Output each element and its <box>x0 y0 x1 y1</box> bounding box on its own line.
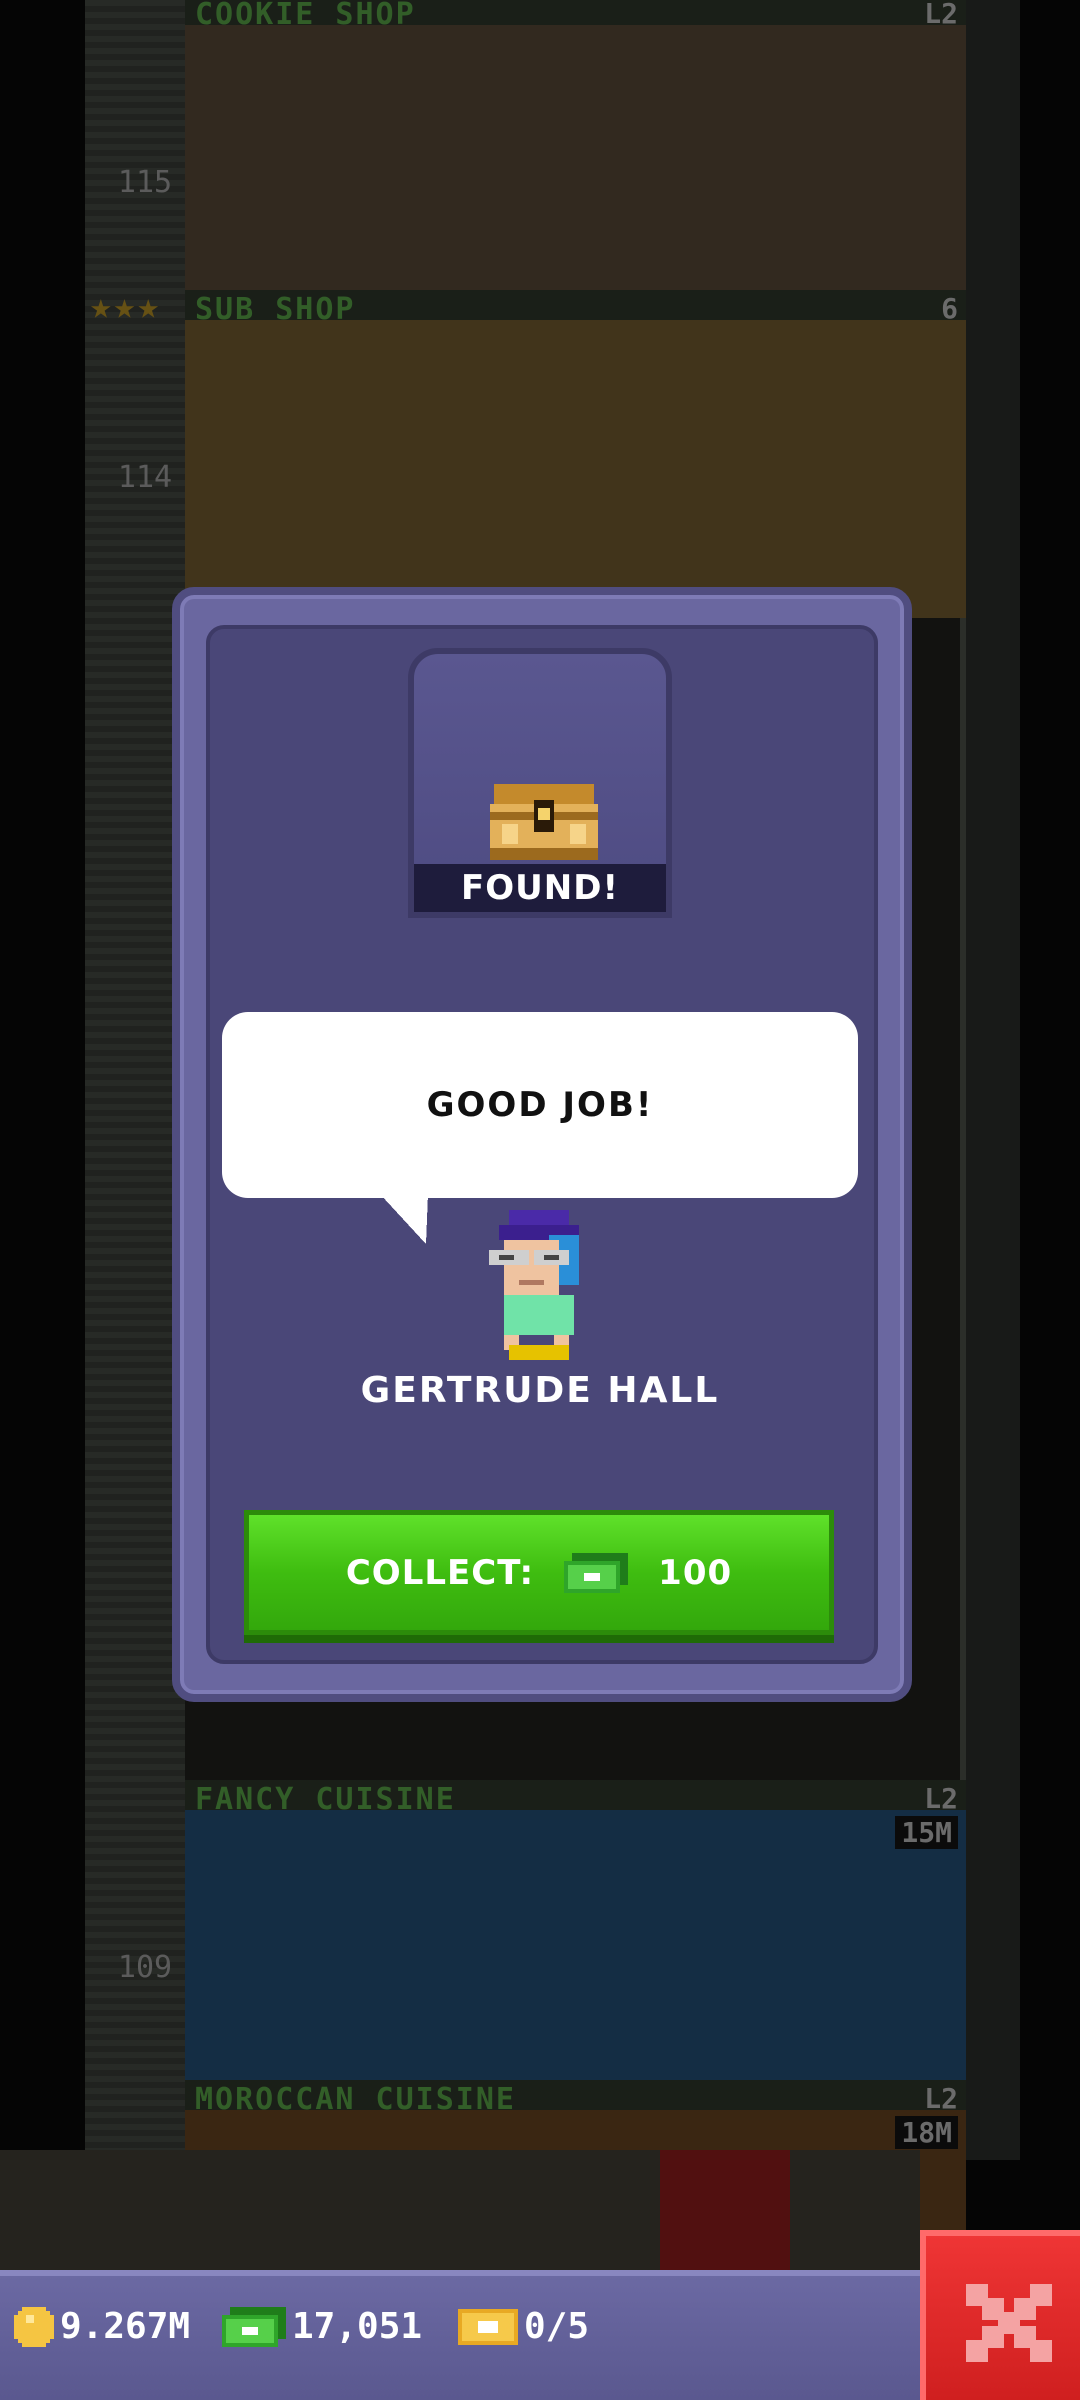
collect-amount: 100 <box>658 1552 733 1593</box>
floor-level: 6 <box>941 292 958 325</box>
floor-name: FANCY CUISINE <box>195 1782 456 1817</box>
floor-number: 114 <box>117 460 173 495</box>
floor-number: 109 <box>117 1950 173 1985</box>
bux-stat: 17,051 <box>222 2306 422 2347</box>
close-button[interactable] <box>920 2230 1080 2400</box>
floor-name: SUB SHOP <box>195 292 356 327</box>
floor-level: L2 <box>924 2082 958 2115</box>
ticket-icon <box>458 2308 518 2345</box>
found-item-card: FOUND! <box>408 648 672 918</box>
close-icon <box>966 2284 1052 2362</box>
floor-level: L2 <box>924 0 958 30</box>
status-bar: 9.267M 17,051 0/5 <box>0 2270 925 2400</box>
bux-icon <box>222 2306 286 2347</box>
collect-label: COLLECT: <box>345 1552 535 1593</box>
coins-value: 9.267M <box>60 2306 191 2347</box>
bux-value: 17,051 <box>292 2306 423 2347</box>
floor-stars: ★★★ <box>90 286 162 327</box>
floor-name: COOKIE SHOP <box>195 0 416 32</box>
character-avatar <box>489 1210 579 1360</box>
coin-icon <box>14 2306 54 2347</box>
floor-name: MOROCCAN CUISINE <box>195 2082 516 2117</box>
speech-bubble-tail <box>380 1194 428 1244</box>
tickets-stat: 0/5 <box>458 2306 589 2347</box>
found-label: FOUND! <box>414 864 666 912</box>
collect-button[interactable]: COLLECT: 100 <box>244 1510 834 1635</box>
bux-icon <box>564 1552 629 1593</box>
speech-bubble: GOOD JOB! <box>222 1012 858 1198</box>
elevator-arrows-button <box>660 2150 790 2270</box>
floor-level: L2 <box>924 1782 958 1815</box>
floor-sub-shop: ★★★ SUB SHOP 6 114 <box>90 286 966 618</box>
coins-stat: 9.267M <box>14 2306 190 2347</box>
floor-number: 115 <box>117 165 173 200</box>
treasure-chest-icon <box>490 784 598 860</box>
tickets-value: 0/5 <box>524 2306 590 2347</box>
floor-cookie-shop: COOKIE SHOP L2 115 <box>118 0 966 323</box>
floor-fancy-cuisine: FANCY CUISINE L2 15M 109 <box>118 1780 966 2108</box>
character-name: GERTRUDE HALL <box>360 1370 720 1411</box>
game-screen: COOKIE SHOP L2 115 ★★★ SUB SHOP 6 114 FA… <box>0 0 1080 2400</box>
tower-right-wall <box>960 0 1020 2160</box>
speech-text: GOOD JOB! <box>426 1085 654 1125</box>
floor-cost: 15M <box>895 1816 958 1849</box>
floor-cost: 18M <box>895 2116 958 2149</box>
